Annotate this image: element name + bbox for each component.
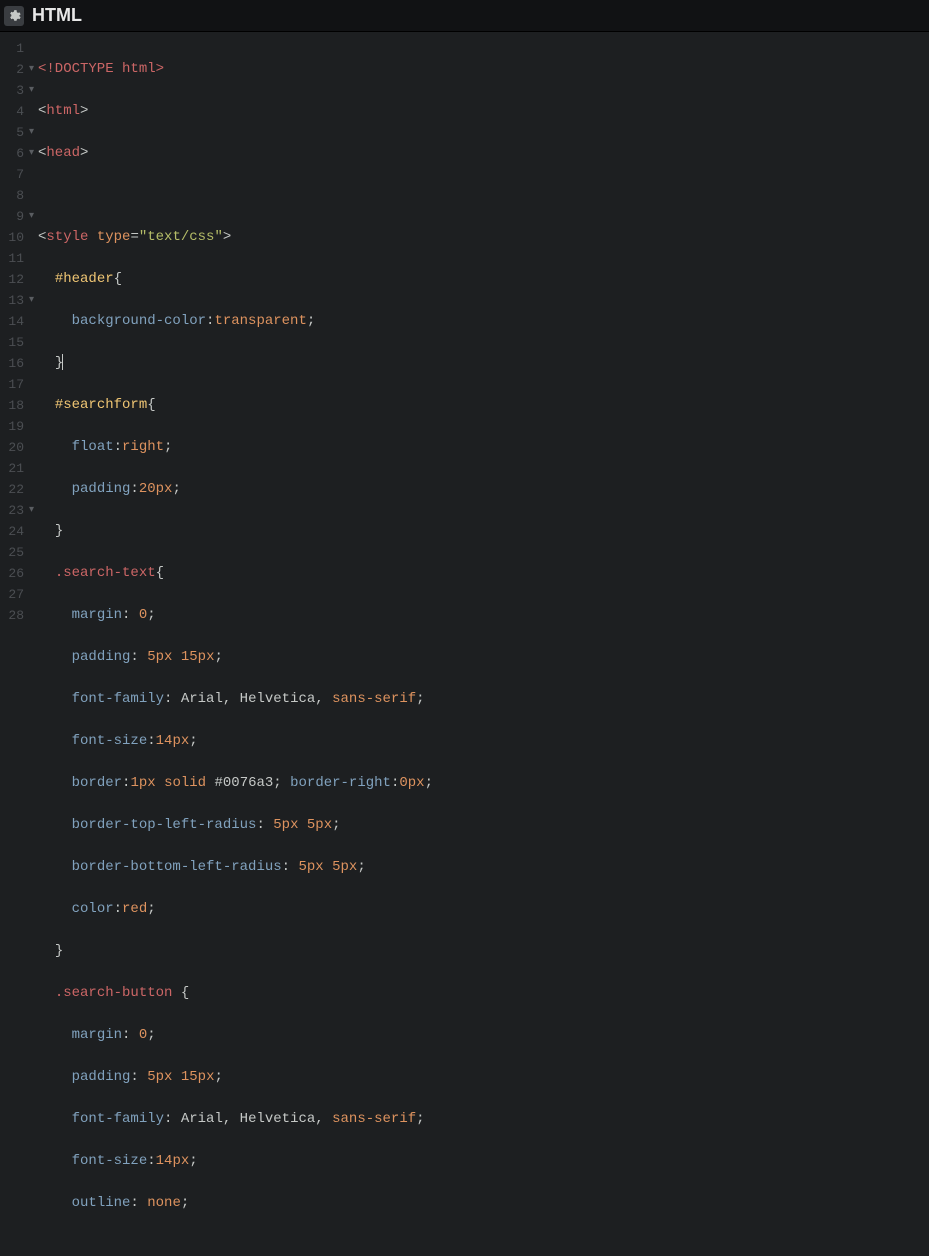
line-number: 28	[0, 605, 32, 626]
line-number: 20	[0, 437, 32, 458]
line-number: 7	[0, 164, 32, 185]
line-number: 11	[0, 248, 32, 269]
fold-icon[interactable]: ▾	[29, 290, 34, 311]
code-area[interactable]: <!DOCTYPE html> <html> <head> <style typ…	[32, 32, 929, 628]
fold-icon[interactable]: ▾	[29, 59, 34, 80]
line-number: 12	[0, 269, 32, 290]
line-number: 22	[0, 479, 32, 500]
line-number: 15	[0, 332, 32, 353]
line-number: 17	[0, 374, 32, 395]
editor-header: HTML	[0, 0, 929, 32]
text-cursor	[62, 354, 63, 370]
panel-title: HTML	[32, 5, 82, 26]
fold-icon[interactable]: ▾	[29, 122, 34, 143]
line-number: 18	[0, 395, 32, 416]
gear-icon[interactable]	[4, 6, 24, 26]
line-number: 10	[0, 227, 32, 248]
line-number: 6▾	[0, 143, 32, 164]
fold-icon[interactable]: ▾	[29, 500, 34, 521]
line-number: 24	[0, 521, 32, 542]
line-number: 1	[0, 38, 32, 59]
line-number: 5▾	[0, 122, 32, 143]
line-number: 27	[0, 584, 32, 605]
line-number: 19	[0, 416, 32, 437]
line-number: 3▾	[0, 80, 32, 101]
line-number: 9▾	[0, 206, 32, 227]
line-number: 21	[0, 458, 32, 479]
fold-icon[interactable]: ▾	[29, 143, 34, 164]
line-number: 8	[0, 185, 32, 206]
code-editor[interactable]: 12▾3▾45▾6▾789▾10111213▾14151617181920212…	[0, 32, 929, 628]
fold-icon[interactable]: ▾	[29, 206, 34, 227]
code-token: <!DOCTYPE html>	[38, 61, 164, 77]
fold-icon[interactable]: ▾	[29, 80, 34, 101]
line-number: 13▾	[0, 290, 32, 311]
line-gutter: 12▾3▾45▾6▾789▾10111213▾14151617181920212…	[0, 32, 32, 628]
line-number: 23▾	[0, 500, 32, 521]
line-number: 4	[0, 101, 32, 122]
line-number: 16	[0, 353, 32, 374]
line-number: 26	[0, 563, 32, 584]
line-number: 14	[0, 311, 32, 332]
line-number: 2▾	[0, 59, 32, 80]
line-number: 25	[0, 542, 32, 563]
